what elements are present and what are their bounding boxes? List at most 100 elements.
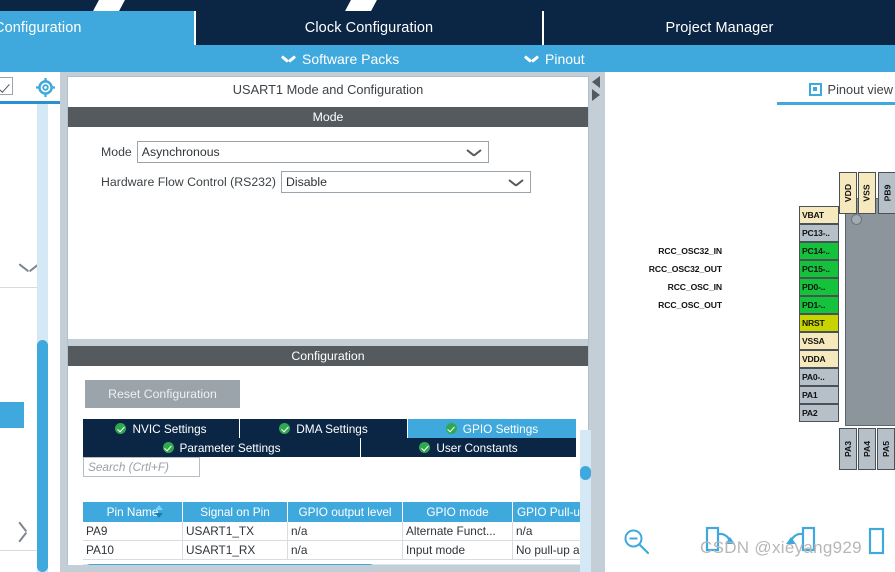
pin-pb9-label: PB9 — [882, 184, 892, 202]
pin-pa2[interactable]: PA2 — [799, 404, 839, 422]
component-tree-sidebar — [0, 72, 60, 572]
column-header-gpio-output-level[interactable]: GPIO output level — [288, 502, 403, 522]
search-input[interactable]: Search (Crtl+F) — [83, 457, 200, 477]
chevron-down-icon — [525, 55, 538, 63]
sidebar-group-expand-icon[interactable] — [17, 522, 29, 542]
column-header-signal-on-pin[interactable]: Signal on Pin — [183, 502, 288, 522]
pin-pd1[interactable]: PD1-.. — [799, 296, 839, 314]
panel-collapse-arrows[interactable] — [592, 76, 602, 102]
chevron-down-icon — [282, 55, 295, 63]
pin-vss[interactable]: VSS — [858, 172, 876, 214]
pin-nrst[interactable]: NRST — [799, 314, 839, 332]
tab-pinout-and-configuration-label: Configuration — [0, 20, 82, 36]
chevron-left-icon[interactable] — [592, 76, 600, 88]
section-divider — [68, 339, 588, 346]
panel-vscrollbar-thumb[interactable] — [580, 466, 591, 480]
table-row[interactable]: PA10 USART1_RX n/a Input mode No pull-up… — [83, 541, 591, 560]
pin-vdda[interactable]: VDDA — [799, 350, 839, 368]
tab-project-manager-label: Project Manager — [665, 20, 774, 36]
cell-gpio-mode: Alternate Funct... — [403, 522, 513, 540]
hardware-flow-control-dropdown[interactable]: Disable — [280, 171, 531, 193]
table-row[interactable]: PA9 USART1_TX n/a Alternate Funct... n/a — [83, 522, 591, 541]
sidebar-selected-item-highlight[interactable] — [0, 402, 24, 428]
fit-icon[interactable] — [868, 527, 894, 555]
mode-dropdown-value: Asynchronous — [141, 145, 220, 159]
tab-pinout-and-configuration[interactable]: Configuration — [0, 11, 194, 45]
pin-pc15-label: PC15-.. — [802, 264, 830, 274]
tab-user-constants[interactable]: User Constants — [361, 438, 576, 457]
tab-project-manager[interactable]: Project Manager — [542, 11, 895, 45]
pin-nrst-label: NRST — [802, 318, 825, 328]
column-header-gpio-output-level-label: GPIO output level — [298, 505, 392, 519]
pin-pd0[interactable]: PD0-.. — [799, 278, 839, 296]
column-header-gpio-mode-label: GPIO mode — [426, 505, 489, 519]
hardware-flow-control-dropdown-value: Disable — [285, 175, 327, 189]
cell-pin-name: PA10 — [83, 541, 183, 559]
peripheral-config-panel: USART1 Mode and Configuration Mode Mode … — [60, 72, 605, 572]
pin-pc13[interactable]: PC13-.. — [799, 224, 839, 242]
configuration-section-header: Configuration — [68, 346, 588, 366]
pin-pc14-label: PC14-.. — [802, 246, 830, 256]
zoom-out-icon[interactable] — [622, 527, 650, 555]
pin-pa1[interactable]: PA1 — [799, 386, 839, 404]
pin-vssa[interactable]: VSSA — [799, 332, 839, 350]
pin-pa4[interactable]: PA4 — [858, 428, 876, 470]
tab-pinout-view[interactable]: Pinout view — [808, 78, 895, 100]
pin-pa0[interactable]: PA0-.. — [799, 368, 839, 386]
tab-gpio-settings-label: GPIO Settings — [462, 421, 539, 436]
tab-gpio-settings[interactable]: GPIO Settings — [408, 419, 576, 438]
pin-pc14[interactable]: PC14-.. — [799, 242, 839, 260]
watermark: CSDN @xieyang929 — [700, 538, 862, 557]
field-hardware-flow-control: Hardware Flow Control (RS232) Disable — [101, 171, 531, 193]
sidebar-toolbar — [0, 72, 60, 104]
signal-label-rcc-osc-out: RCC_OSC_OUT — [658, 300, 722, 310]
chevron-right-icon[interactable] — [592, 89, 600, 101]
strip-divider-2 — [345, 0, 377, 11]
tab-pinout-view-underline — [777, 102, 895, 105]
pin-pa5-label: PA5 — [881, 440, 891, 458]
chevron-down-icon — [467, 149, 481, 158]
tab-dma-settings[interactable]: DMA Settings — [240, 419, 408, 438]
pin-pb9[interactable]: PB9 — [878, 172, 895, 214]
sort-indicator-icon — [155, 505, 164, 518]
main-tab-bar: Configuration Clock Configuration Projec… — [0, 11, 895, 45]
chip-pin1-marker-icon — [851, 214, 862, 225]
status-ok-icon — [115, 423, 127, 434]
menu-software-packs[interactable]: Software Packs — [282, 45, 399, 72]
column-header-gpio-pull-label: GPIO Pull-u — [517, 505, 580, 519]
panel-vscrollbar-track[interactable] — [580, 430, 591, 572]
column-header-pin-name-label: Pin Name — [106, 505, 159, 519]
pin-pc15[interactable]: PC15-.. — [799, 260, 839, 278]
mcu-chip-body[interactable] — [845, 198, 895, 426]
field-mode-label: Mode — [101, 145, 132, 159]
sidebar-scrollbar-thumb[interactable] — [37, 340, 48, 572]
pin-vdda-label: VDDA — [802, 354, 826, 364]
reset-configuration-button[interactable]: Reset Configuration — [85, 380, 240, 408]
strip-divider-1 — [93, 0, 125, 11]
status-ok-icon — [445, 423, 457, 434]
tab-parameter-settings[interactable]: Parameter Settings — [83, 438, 361, 457]
pin-pa5[interactable]: PA5 — [877, 428, 895, 470]
column-header-gpio-mode[interactable]: GPIO mode — [403, 502, 513, 522]
pin-pa1-label: PA1 — [802, 390, 818, 400]
pin-pa3[interactable]: PA3 — [839, 428, 857, 470]
show-only-modified-checkbox[interactable] — [0, 77, 13, 95]
sidebar-divider-1 — [0, 287, 42, 288]
pin-pa0-label: PA0-.. — [802, 372, 825, 382]
tab-nvic-settings[interactable]: NVIC Settings — [83, 419, 240, 438]
gear-icon[interactable] — [36, 78, 55, 97]
sidebar-group-collapse-icon[interactable] — [19, 262, 39, 273]
status-ok-icon — [279, 423, 291, 434]
pin-pa4-label: PA4 — [862, 440, 872, 458]
pin-vdd[interactable]: VDD — [839, 172, 857, 214]
tab-parameter-settings-label: Parameter Settings — [179, 440, 281, 455]
mode-dropdown[interactable]: Asynchronous — [136, 141, 489, 163]
tab-clock-configuration[interactable]: Clock Configuration — [194, 11, 542, 45]
pin-vdd-label: VDD — [843, 183, 853, 203]
pin-vbat[interactable]: VBAT — [799, 206, 839, 224]
pin-pa3-label: PA3 — [843, 440, 853, 458]
chip-icon — [808, 82, 822, 96]
menu-pinout[interactable]: Pinout — [525, 45, 585, 72]
column-header-pin-name[interactable]: Pin Name — [83, 502, 183, 522]
mode-section-header: Mode — [68, 107, 588, 127]
